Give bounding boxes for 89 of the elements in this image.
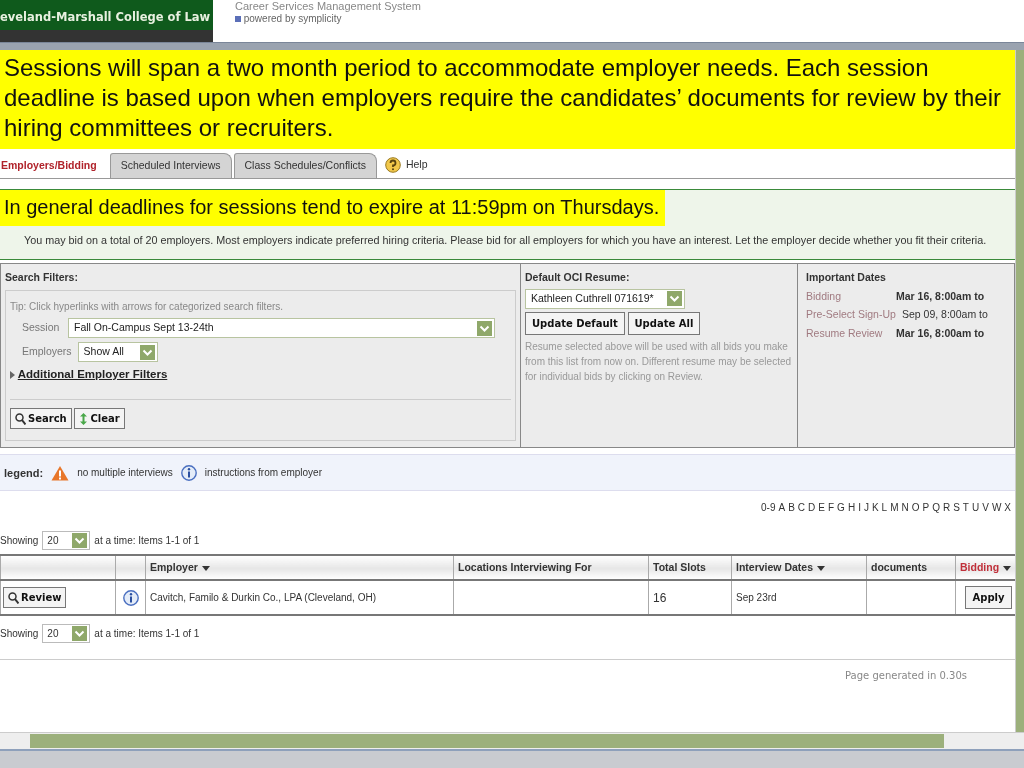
column-header[interactable]: Interview Dates: [731, 555, 867, 581]
letter-link[interactable]: U: [971, 500, 980, 516]
section-title: Search Filters:: [5, 270, 79, 286]
letter-link[interactable]: G: [837, 500, 845, 516]
column-header: documents: [866, 555, 956, 581]
date-label: Pre-Select Sign-Up: [806, 307, 897, 323]
help-icon: [384, 157, 401, 173]
apply-button[interactable]: Apply: [965, 586, 1012, 610]
callout-note: Sessions will span a two month period to accommodate employer needs. Each session deadline is based upon when employers require the candidates’ documents for review by their hiring committees or recruiters.: [0, 50, 1015, 149]
letter-link[interactable]: C: [797, 500, 806, 516]
sort-caret-icon: [201, 565, 210, 571]
tip-text: Tip: Click hyperlinks with arrows for categorized search filters.: [10, 300, 285, 314]
date-label: Bidding: [806, 288, 843, 304]
tab[interactable]: Scheduled Interviews: [109, 153, 232, 178]
field-label: Session: [22, 320, 61, 336]
pager-summary: at a time: Items 1-1 of 1: [94, 534, 200, 549]
date-value: Sep 09, 8:00am to: [902, 307, 988, 323]
pager-label: Showing: [0, 627, 39, 642]
letter-link[interactable]: M: [890, 500, 899, 516]
pager-summary: at a time: Items 1-1 of 1: [94, 627, 200, 642]
letter-link[interactable]: A: [778, 500, 786, 516]
college-name: eveland-Marshall College of Law: [0, 8, 212, 26]
letter-link[interactable]: X: [1004, 500, 1011, 516]
letter-link[interactable]: W: [991, 500, 1002, 516]
footer-text: Page generated in 0.30s: [0, 659, 1015, 700]
letter-link[interactable]: N: [901, 500, 909, 516]
per-page-select[interactable]: 20: [42, 531, 91, 551]
letter-link[interactable]: L: [881, 500, 888, 516]
intro-text: You may bid on a total of 20 employers. Most employers indicate preferred hiring criteria. Please bid for all employers for which you have an interest. Let the employer decide whether you fit their criteria.: [0, 226, 1015, 261]
horizontal-scrollbar[interactable]: [0, 732, 1024, 749]
column-header[interactable]: Bidding: [955, 555, 1016, 581]
select-field[interactable]: Kathleen Cuthrell 071619*: [525, 288, 685, 309]
letter-link[interactable]: S: [953, 500, 960, 516]
warning-icon: [51, 464, 70, 481]
select-field[interactable]: Show All: [77, 342, 158, 362]
field-label: Employers: [22, 344, 72, 360]
letter-link[interactable]: D: [808, 500, 816, 516]
column-header: Locations Interviewing For: [453, 555, 649, 581]
note-text: Resume selected above will be used with all bids you make from this list from now on. Different resume may be selected for individual bids by clicking on Review.: [525, 339, 793, 384]
section-title: Important Dates: [806, 270, 887, 286]
letter-link[interactable]: K: [871, 500, 879, 516]
triangle-right-icon: [10, 370, 15, 379]
search-icon: [15, 412, 26, 425]
square-bullet-icon: [235, 16, 241, 23]
letter-link[interactable]: H: [847, 500, 856, 516]
letter-link[interactable]: P: [922, 500, 930, 516]
letter-link[interactable]: T: [962, 500, 969, 516]
letter-link[interactable]: J: [863, 500, 869, 516]
date-value: Mar 16, 8:00am to: [896, 325, 985, 341]
table-cell: Sep 23rd: [731, 580, 867, 616]
select-field[interactable]: Fall On-Campus Sept 13-24th: [68, 318, 495, 338]
column-header: Total Slots: [648, 555, 732, 581]
pager-label: Showing: [0, 534, 39, 549]
help-link[interactable]: Help: [405, 157, 428, 173]
callout-note: In general deadlines for sessions tend to expire at 11:59pm on Thursdays.: [0, 190, 666, 226]
search-icon: [8, 591, 19, 604]
letter-link[interactable]: Q: [932, 500, 940, 516]
action-button[interactable]: Clear: [74, 408, 125, 430]
letter-link[interactable]: B: [788, 500, 795, 516]
letter-link[interactable]: V: [982, 500, 989, 516]
review-button[interactable]: Review: [3, 587, 67, 609]
letter-link[interactable]: O: [911, 500, 920, 516]
letter-link[interactable]: R: [942, 500, 951, 516]
date-label: Resume Review: [806, 325, 884, 341]
action-button[interactable]: Update Default: [525, 311, 625, 335]
letter-link[interactable]: 0-9: [761, 500, 776, 516]
letter-link[interactable]: E: [818, 500, 825, 516]
letter-link[interactable]: F: [828, 500, 835, 516]
vertical-scrollbar[interactable]: [1015, 50, 1024, 732]
table-cell: Cavitch, Familo & Durkin Co., LPA (Cleveland, OH): [145, 580, 454, 616]
section-title: Default OCI Resume:: [525, 270, 631, 286]
legend-text: no multiple interviews: [77, 466, 173, 481]
legend-title: legend:: [4, 465, 44, 481]
system-title: Career Services Management System: [235, 0, 421, 14]
letter-link[interactable]: I: [858, 500, 861, 516]
date-value: Mar 16, 8:00am to: [896, 288, 985, 304]
action-button[interactable]: Search: [10, 408, 72, 430]
refresh-icon: [79, 412, 89, 425]
table-cell: 16: [648, 580, 732, 616]
legend-text: instructions from employer: [204, 466, 322, 481]
sort-caret-icon: [817, 565, 826, 571]
sort-caret-icon: [1003, 565, 1012, 571]
filters-link[interactable]: Additional Employer Filters: [17, 366, 168, 384]
per-page-select[interactable]: 20: [42, 624, 91, 644]
action-button[interactable]: Update All: [627, 311, 701, 335]
column-header[interactable]: Employer: [145, 555, 454, 581]
powered-by-text: powered by symplicity: [243, 13, 342, 26]
info-icon: [180, 464, 197, 481]
tab[interactable]: Class Schedules/Conflicts: [233, 153, 377, 178]
